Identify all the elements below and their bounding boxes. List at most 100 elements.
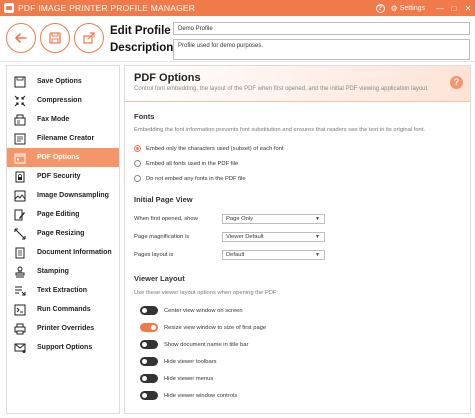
pdf-options-icon (14, 152, 26, 164)
first-opened-field: When first opened, show Page Only ▼ (134, 214, 434, 224)
radio-button[interactable] (134, 175, 141, 182)
toggle-hide-menus[interactable]: Hide viewer menus (140, 374, 213, 383)
viewer-layout-description: Use these viewer layout options when ope… (134, 290, 279, 296)
compress-icon (14, 95, 26, 107)
sidebar-item-label: Page Editing (37, 211, 80, 218)
toggle-label: Hide viewer window controls (164, 392, 238, 399)
sidebar-item-page-resizing[interactable]: Page Resizing (7, 224, 119, 243)
export-button[interactable] (74, 23, 104, 53)
description-label: Description (110, 42, 174, 54)
minimize-button[interactable]: — (433, 4, 447, 13)
sidebar-item-page-editing[interactable]: Page Editing (7, 205, 119, 224)
sidebar-item-run-commands[interactable]: Run Commands (7, 300, 119, 319)
toggle-switch[interactable] (140, 357, 158, 366)
gear-icon[interactable]: ⚙ (391, 4, 398, 13)
sidebar-item-label: Document Information (37, 249, 112, 256)
toggle-switch[interactable] (140, 391, 158, 400)
fax-icon (14, 114, 26, 126)
font-option-embed-all[interactable]: Embed all fonts used in the PDF file (134, 160, 238, 167)
save-button[interactable] (40, 23, 70, 53)
app-logo-icon (4, 3, 14, 13)
toggle-switch[interactable] (140, 340, 158, 349)
help-icon[interactable]: ? (375, 3, 385, 13)
initial-view-section-title: Initial Page View (134, 195, 193, 204)
font-option-no-embed[interactable]: Do not embed any fonts in the PDF file (134, 175, 246, 182)
sidebar-item-label: Printer Overrides (37, 325, 95, 332)
maximize-button[interactable]: □ (447, 4, 461, 13)
stamp-icon (14, 266, 26, 278)
sidebar-item-printer-overrides[interactable]: Printer Overrides (7, 319, 119, 338)
pages-layout-select[interactable]: Default ▼ (222, 250, 325, 260)
filename-icon (14, 133, 26, 145)
sidebar-item-fax-mode[interactable]: Fax Mode (7, 110, 119, 129)
toggle-hide-window-controls[interactable]: Hide viewer window controls (140, 391, 237, 400)
field-label: Page magnification is (134, 234, 190, 240)
magnification-field: Page magnification is Viewer Default ▼ (134, 232, 434, 242)
header: Edit Profile - Description Demo Profile … (0, 16, 475, 62)
printer-icon (14, 323, 26, 335)
toggle-show-doc-name[interactable]: Show document name in title bar (140, 340, 248, 349)
chevron-down-icon: ▼ (315, 234, 320, 240)
toggle-switch[interactable] (140, 374, 158, 383)
sidebar-item-label: Stamping (37, 268, 69, 275)
toggle-center-window[interactable]: Center view window on screen (140, 306, 243, 315)
settings-button[interactable]: Settings (400, 5, 425, 12)
sidebar-item-pdf-options[interactable]: PDF Options (7, 148, 119, 167)
pages-layout-field: Pages layout is Default ▼ (134, 250, 434, 260)
field-label: Pages layout is (134, 252, 174, 258)
edit-profile-label: Edit Profile - (110, 25, 178, 37)
toggle-resize-window[interactable]: Resize view window to size of first page (140, 323, 266, 332)
sidebar-item-stamping[interactable]: Stamping (7, 262, 119, 281)
main-panel: PDF Options Control font embedding, the … (124, 65, 471, 414)
toggle-label: Center view window on screen (164, 307, 243, 314)
font-option-subset[interactable]: Embed only the characters used (subset) … (134, 145, 284, 152)
help-icon[interactable]: ? (450, 76, 463, 89)
toggle-hide-toolbars[interactable]: Hide viewer toolbars (140, 357, 217, 366)
magnification-select[interactable]: Viewer Default ▼ (222, 232, 325, 242)
profile-description-input[interactable]: Profile used for demo purposes. (173, 39, 470, 60)
sidebar-item-filename-creator[interactable]: Filename Creator (7, 129, 119, 148)
app-title: PDF IMAGE PRINTER PROFILE MANAGER (18, 3, 196, 13)
section-banner: PDF Options Control font embedding, the … (125, 66, 470, 102)
sidebar-item-support-options[interactable]: Support Options (7, 338, 119, 357)
profile-name-input[interactable]: Demo Profile (173, 22, 470, 35)
page-editing-icon (14, 209, 26, 221)
sidebar-item-image-downsampling[interactable]: Image Downsampling (7, 186, 119, 205)
radio-button[interactable] (134, 145, 141, 152)
fonts-section-title: Fonts (134, 112, 155, 121)
sidebar-item-compression[interactable]: Compression (7, 91, 119, 110)
page-description: Control font embedding, the layout of th… (134, 86, 429, 92)
sidebar-item-label: PDF Security (37, 173, 81, 180)
back-button[interactable] (6, 23, 36, 53)
fonts-description: Embedding the font information prevents … (134, 127, 425, 133)
title-bar: PDF IMAGE PRINTER PROFILE MANAGER ? ⚙ Se… (0, 0, 475, 16)
page-resizing-icon (14, 228, 26, 240)
chevron-down-icon: ▼ (315, 216, 320, 222)
radio-label: Embed all fonts used in the PDF file (146, 160, 239, 167)
sidebar-item-pdf-security[interactable]: PDF Security (7, 167, 119, 186)
close-button[interactable]: ✕ (461, 4, 475, 13)
arrow-left-icon (15, 33, 27, 43)
sidebar-item-document-information[interactable]: Document Information (7, 243, 119, 262)
save-icon (14, 76, 26, 88)
radio-button[interactable] (134, 160, 141, 167)
sidebar-item-save-options[interactable]: Save Options (7, 72, 119, 91)
select-value: Page Only (226, 216, 254, 222)
sidebar-item-label: Support Options (37, 344, 93, 351)
viewer-layout-section-title: Viewer Layout (134, 274, 185, 283)
field-label: When first opened, show (134, 216, 198, 222)
downsampling-icon (14, 190, 26, 202)
toggle-switch[interactable] (140, 323, 158, 332)
sidebar-item-text-extraction[interactable]: Text Extraction (7, 281, 119, 300)
export-icon (83, 32, 95, 44)
select-value: Default (226, 252, 245, 258)
toggle-switch[interactable] (140, 306, 158, 315)
toggle-label: Show document name in title bar (164, 341, 249, 348)
text-extraction-icon (14, 285, 26, 297)
toggle-label: Resize view window to size of first page (164, 324, 267, 331)
first-opened-select[interactable]: Page Only ▼ (222, 214, 325, 224)
sidebar-item-label: Fax Mode (37, 116, 70, 123)
chevron-down-icon: ▼ (315, 252, 320, 258)
pdf-security-icon (14, 171, 26, 183)
radio-label: Do not embed any fonts in the PDF file (146, 175, 246, 182)
